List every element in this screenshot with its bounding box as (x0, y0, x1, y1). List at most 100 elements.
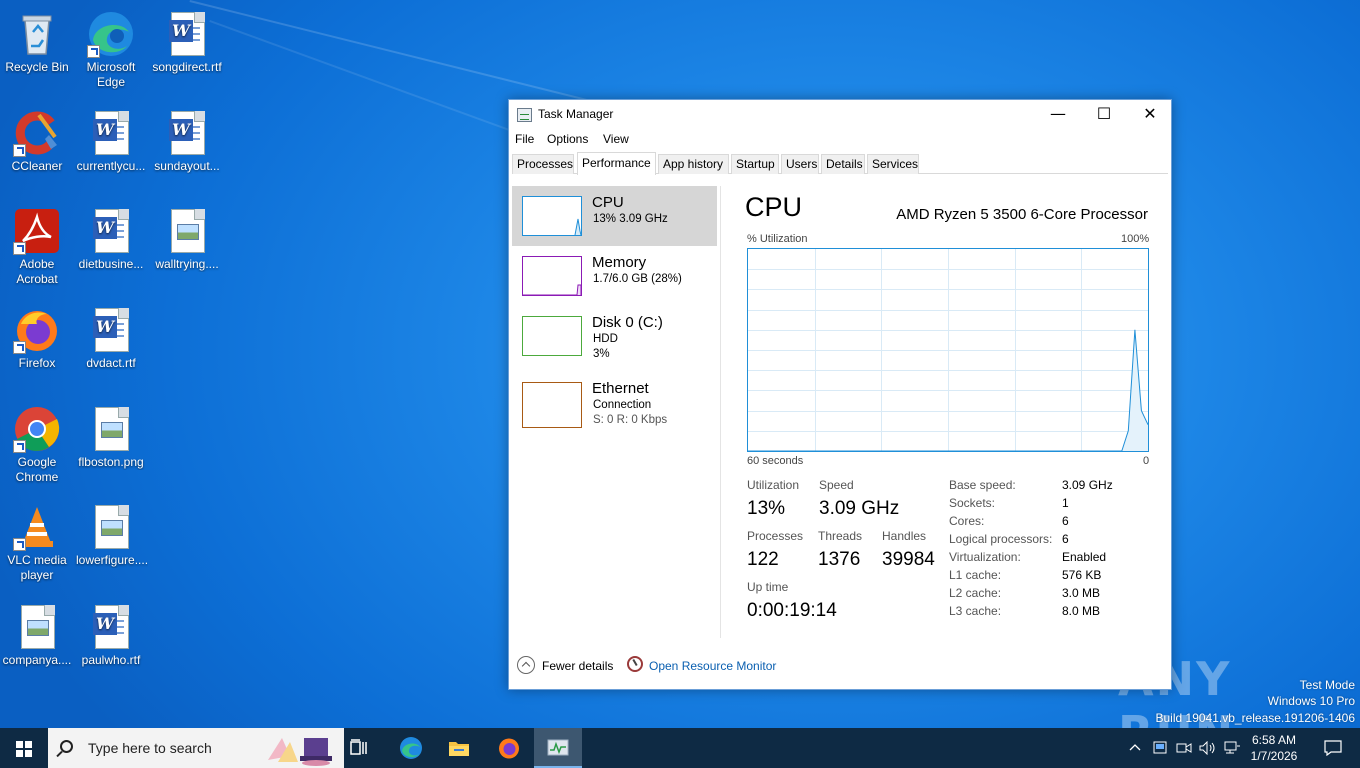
panel-divider[interactable] (720, 186, 721, 638)
desktop-icon-label: paulwho.rtf (81, 653, 141, 667)
desktop-icon-paulwho[interactable]: W paulwho.rtf (74, 597, 148, 693)
desktop-icon-currentlycu[interactable]: W currentlycu... (74, 103, 148, 199)
tab-performance[interactable]: Performance (577, 152, 656, 175)
perf-item-detail: 13% 3.09 GHz (593, 213, 668, 225)
image-file-icon (87, 503, 135, 551)
task-manager-window: Task Manager — ☐ ✕ File Options View Pro… (508, 99, 1172, 690)
desktop-icon-label: Microsoft Edge (86, 60, 136, 89)
folder-icon (449, 742, 469, 756)
menu-file[interactable]: File (515, 132, 534, 146)
notifications-button[interactable] (1312, 728, 1352, 768)
desktop-icon-adobe-acrobat[interactable]: Adobe Acrobat (0, 201, 74, 297)
taskbar-file-explorer-button[interactable] (435, 728, 483, 768)
desktop-icon-recycle-bin[interactable]: Recycle Bin (0, 4, 74, 100)
firefox-icon (13, 306, 61, 354)
tab-users[interactable]: Users (781, 154, 819, 174)
menu-options[interactable]: Options (547, 132, 588, 146)
uptime-value: 0:00:19:14 (747, 600, 837, 621)
show-hidden-icons-button[interactable] (1126, 728, 1142, 768)
desktop-icon-firefox[interactable]: Firefox (0, 300, 74, 396)
menu-view[interactable]: View (603, 132, 629, 146)
tray-app-button[interactable] (1150, 728, 1168, 768)
notification-icon (1324, 740, 1342, 756)
cpu-graph-svg (748, 249, 1148, 451)
desktop-icon-label: Google Chrome (15, 455, 59, 484)
taskbar-edge-button[interactable] (387, 728, 435, 768)
cpu-utilization-graph (747, 248, 1149, 452)
desktop-icon-label: Recycle Bin (5, 60, 69, 74)
taskbar-search-box[interactable]: Type here to search (48, 728, 344, 768)
word-doc-icon: W (87, 306, 135, 354)
close-button[interactable]: ✕ (1127, 100, 1173, 130)
cpu-model-name: AMD Ryzen 5 3500 6-Core Processor (896, 206, 1148, 223)
desktop-icon-dietbusine[interactable]: W dietbusine... (74, 201, 148, 297)
desktop: Recycle Bin CCleaner Adobe Acrobat Firef… (0, 0, 1360, 728)
desktop-icon-companya[interactable]: companya.... (0, 597, 74, 693)
desktop-icon-dvdact[interactable]: W dvdact.rtf (74, 300, 148, 396)
volume-button[interactable] (1198, 728, 1216, 768)
cpu-heading: CPU (745, 192, 803, 222)
spec-value: 1 (1062, 496, 1069, 510)
ethernet-thumbnail-graph (522, 382, 582, 428)
memory-thumbnail-graph (522, 256, 582, 296)
uptime-label: Up time (747, 580, 789, 594)
word-doc-icon: W (163, 10, 211, 58)
desktop-icon-ccleaner[interactable]: CCleaner (0, 103, 74, 199)
perf-item-memory[interactable]: Memory 1.7/6.0 GB (28%) (512, 246, 717, 306)
resource-monitor-icon[interactable] (627, 656, 643, 672)
tab-services[interactable]: Services (867, 154, 919, 174)
collapse-up-icon[interactable] (517, 656, 535, 674)
desktop-icon-label: dietbusine... (78, 257, 144, 271)
perf-item-disk[interactable]: Disk 0 (C:) HDD 3% (512, 306, 717, 366)
word-doc-icon: W (87, 207, 135, 255)
open-resource-monitor-link[interactable]: Open Resource Monitor (649, 659, 776, 673)
desktop-icon-label: walltrying.... (155, 257, 219, 271)
perf-item-name: Disk 0 (C:) (592, 314, 663, 331)
desktop-icon-label: currentlycu... (76, 159, 146, 173)
desktop-icon-google-chrome[interactable]: Google Chrome (0, 399, 74, 495)
perf-item-cpu[interactable]: CPU 13% 3.09 GHz (512, 186, 717, 246)
spec-label: Virtualization: (949, 550, 1021, 564)
system-clock[interactable]: 6:58 AM 1/7/2026 (1244, 732, 1304, 764)
tab-startup[interactable]: Startup (731, 154, 779, 174)
minimize-button[interactable]: — (1035, 100, 1081, 130)
windows-logo-icon (16, 741, 32, 757)
desktop-icon-walltrying[interactable]: walltrying.... (150, 201, 224, 297)
desktop-icon-songdirect[interactable]: W songdirect.rtf (150, 4, 224, 100)
video-camera-icon (1176, 743, 1192, 753)
taskbar-task-manager-button[interactable] (534, 728, 582, 768)
handles-value: 39984 (882, 549, 935, 570)
tab-details[interactable]: Details (821, 154, 865, 174)
start-button[interactable] (0, 728, 48, 768)
task-view-button[interactable] (336, 728, 384, 768)
spec-label: L1 cache: (949, 568, 1002, 582)
firefox-icon (499, 738, 519, 759)
shortcut-arrow-icon (13, 242, 26, 255)
network-button[interactable] (1222, 728, 1240, 768)
maximize-button[interactable]: ☐ (1081, 100, 1127, 130)
menu-bar: File Options View (509, 130, 1171, 150)
taskbar-firefox-button[interactable] (485, 728, 533, 768)
threads-value: 1376 (818, 549, 861, 570)
tab-processes[interactable]: Processes (512, 154, 574, 174)
desktop-icon-vlc[interactable]: VLC media player (0, 497, 74, 593)
desktop-icon-microsoft-edge[interactable]: Microsoft Edge (74, 4, 148, 100)
fewer-details-link[interactable]: Fewer details (542, 659, 613, 673)
perf-item-ethernet[interactable]: Ethernet Connection S: 0 R: 0 Kbps (512, 372, 717, 432)
desktop-icon-sundayout[interactable]: W sundayout... (150, 103, 224, 199)
desktop-icon-label: flboston.png (78, 455, 144, 469)
edge-icon (400, 737, 422, 759)
word-doc-icon: W (87, 603, 135, 651)
spec-value: 8.0 MB (1062, 604, 1101, 618)
desktop-icon-lowerfigure[interactable]: lowerfigure.... (74, 497, 148, 593)
spec-value: 6 (1062, 532, 1069, 546)
perf-item-detail-2: 3% (593, 348, 610, 360)
perf-item-detail: HDD (593, 333, 618, 345)
threads-label: Threads (818, 529, 863, 543)
meet-now-button[interactable] (1174, 728, 1192, 768)
title-bar[interactable]: Task Manager — ☐ ✕ (509, 100, 1171, 130)
tab-app-history[interactable]: App history (658, 154, 729, 174)
desktop-icon-flboston[interactable]: flboston.png (74, 399, 148, 495)
desktop-icon-label: Adobe Acrobat (16, 257, 58, 286)
perf-item-name: Memory (592, 254, 647, 271)
